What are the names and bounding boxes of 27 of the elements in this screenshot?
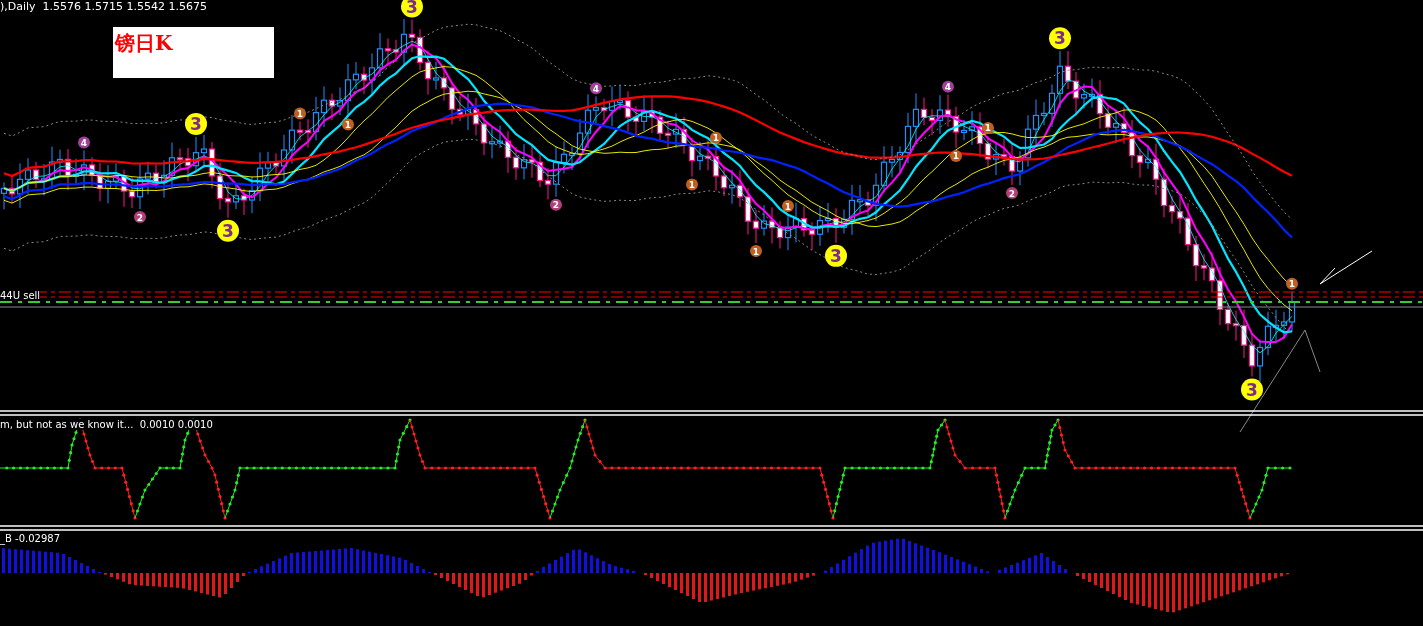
signal-marker: 3 — [185, 112, 207, 135]
signal-marker: 1 — [342, 118, 354, 131]
signal-marker: 1 — [750, 245, 762, 258]
indicator-label: m, but not as we know it... 0.0010 0.0010 — [0, 419, 213, 430]
signal-marker: 4 — [78, 136, 90, 149]
signal-marker: 3 — [825, 244, 847, 267]
signal-marker: 3 — [401, 0, 423, 18]
signal-marker: 1 — [686, 178, 698, 191]
signal-marker: 4 — [942, 80, 954, 93]
signal-marker: 1 — [782, 200, 794, 212]
signal-marker: 1 — [950, 149, 962, 162]
signal-marker: 1 — [982, 121, 994, 134]
signal-marker: 4 — [590, 82, 602, 95]
indicator-label: _B -0.02987 — [0, 533, 60, 544]
signal-marker: 3 — [217, 219, 239, 242]
signal-marker: 2 — [1006, 187, 1018, 200]
chart-title: 镑日K — [115, 31, 173, 55]
signal-marker: 1 — [294, 107, 306, 120]
signal-marker: 3 — [1241, 378, 1263, 401]
signal-marker: 1 — [1286, 277, 1298, 290]
trend-line — [1319, 250, 1373, 285]
signal-marker: 3 — [1049, 27, 1071, 50]
signal-marker: 2 — [134, 211, 146, 224]
signal-marker: 2 — [550, 198, 562, 211]
signal-marker: 1 — [710, 131, 722, 144]
order-label: 44U sell — [0, 290, 41, 301]
chart-header: ),Daily 1.5576 1.5715 1.5542 1.5675 — [0, 0, 208, 13]
